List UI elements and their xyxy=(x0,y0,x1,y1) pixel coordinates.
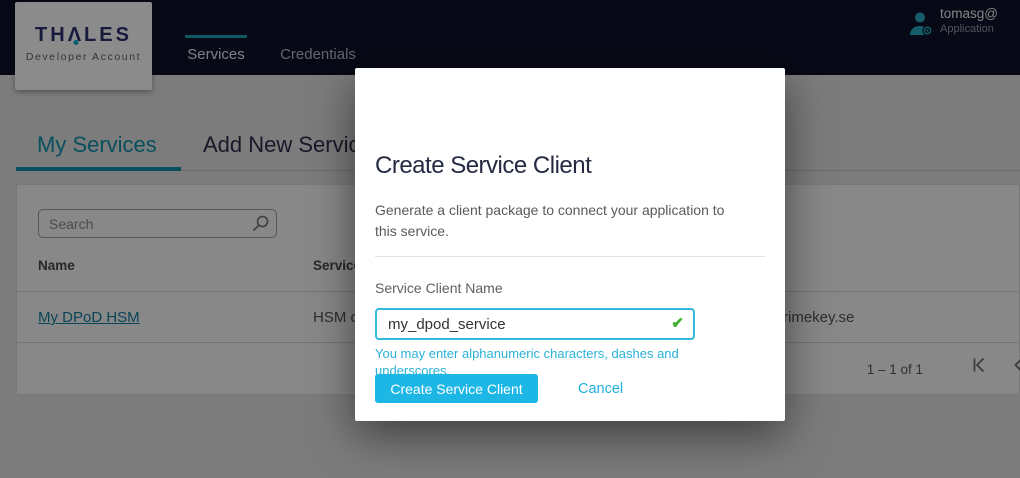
create-service-client-modal: Create Service Client Generate a client … xyxy=(355,68,785,421)
cancel-button[interactable]: Cancel xyxy=(578,381,623,397)
modal-title: Create Service Client xyxy=(375,152,591,180)
modal-divider xyxy=(375,256,765,257)
service-client-name-field: ✔ xyxy=(375,308,695,340)
service-client-name-input[interactable] xyxy=(377,310,693,338)
valid-check-icon: ✔ xyxy=(671,314,684,332)
create-service-client-button[interactable]: Create Service Client xyxy=(375,374,538,403)
modal-description: Generate a client package to connect you… xyxy=(375,200,735,242)
service-client-name-label: Service Client Name xyxy=(375,280,503,296)
